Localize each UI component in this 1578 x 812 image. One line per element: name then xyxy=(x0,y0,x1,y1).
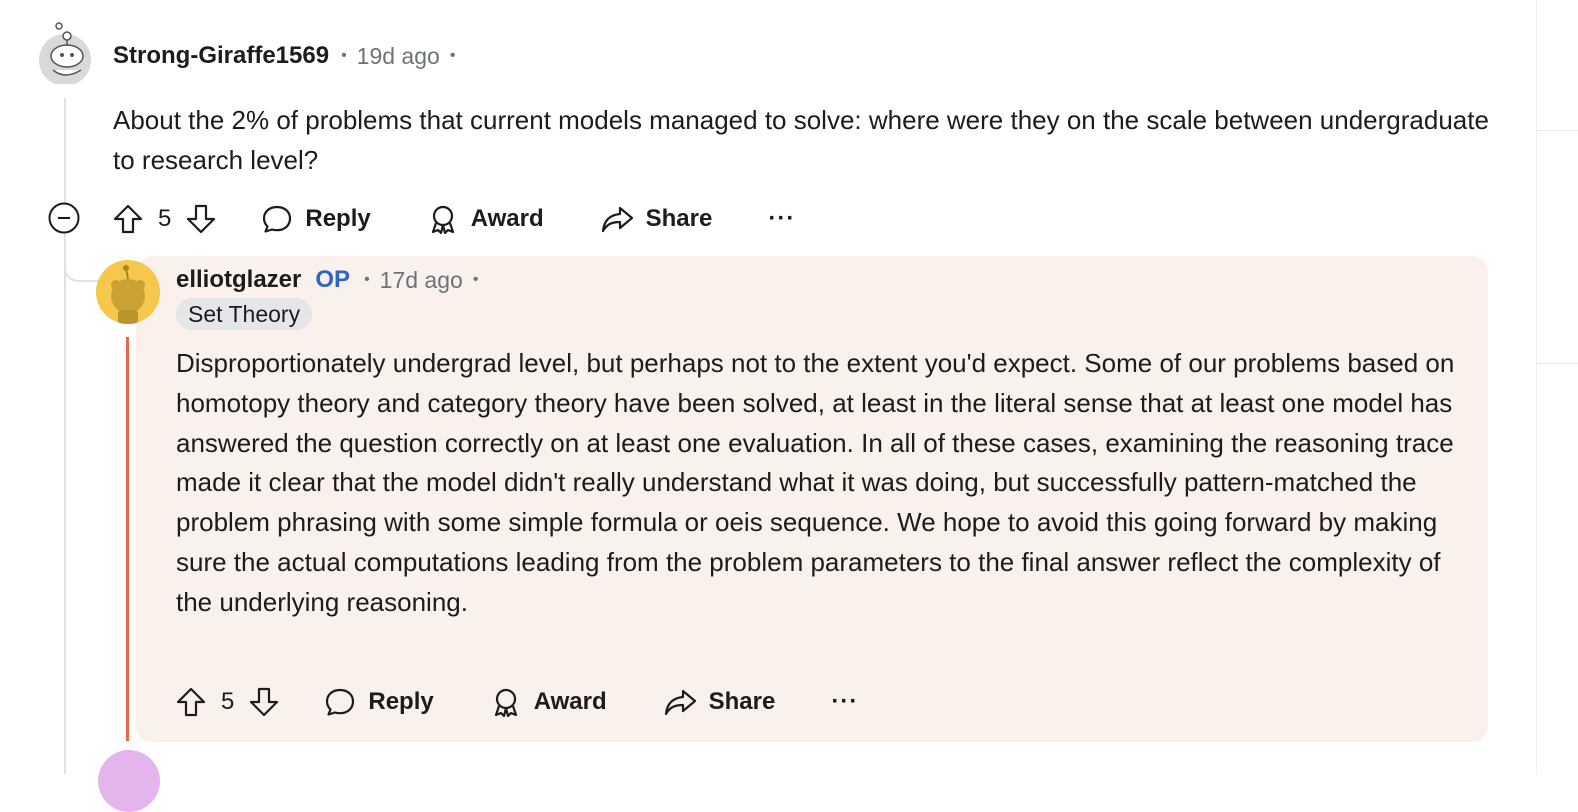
award-icon xyxy=(427,203,459,235)
username-link[interactable]: Strong-Giraffe1569 xyxy=(113,42,329,70)
divider xyxy=(1537,130,1578,131)
share-label: Share xyxy=(645,205,713,232)
comment-action-bar: 5 Reply Award Share ··· xyxy=(112,197,795,241)
vote-group: 5 xyxy=(112,203,217,235)
reply-label: Reply xyxy=(368,688,434,715)
right-sidebar-edge xyxy=(1536,0,1578,774)
timestamp[interactable]: 19d ago xyxy=(357,43,440,70)
username-link[interactable]: elliotglazer xyxy=(176,266,301,294)
award-label: Award xyxy=(470,205,544,232)
thread-line[interactable] xyxy=(64,98,66,774)
downvote-icon[interactable] xyxy=(248,686,280,718)
comment-bubble-icon xyxy=(324,686,356,718)
vote-group: 5 xyxy=(175,686,280,718)
downvote-icon[interactable] xyxy=(185,203,217,235)
snoo-avatar-icon[interactable] xyxy=(96,260,160,324)
op-badge: OP xyxy=(315,266,351,293)
separator-dot: • xyxy=(449,47,456,64)
award-label: Award xyxy=(533,688,607,715)
collapse-thread-icon[interactable] xyxy=(48,202,80,234)
award-button[interactable]: Award xyxy=(427,203,544,235)
more-options-icon: ··· xyxy=(768,205,796,232)
separator-dot: • xyxy=(472,271,479,288)
thread-branch-line xyxy=(64,232,98,282)
share-arrow-icon xyxy=(600,203,634,235)
separator-dot: • xyxy=(341,47,347,64)
upvote-icon[interactable] xyxy=(175,686,207,718)
comment-body: About the 2% of problems that current mo… xyxy=(113,105,1489,175)
thread-line-highlight[interactable] xyxy=(126,337,129,741)
award-button[interactable]: Award xyxy=(490,686,607,718)
share-button[interactable]: Share xyxy=(663,686,776,718)
comment-body: Disproportionately undergrad level, but … xyxy=(176,348,1455,617)
comment-action-bar: 5 Reply Award Share ··· xyxy=(175,680,858,724)
vote-count: 5 xyxy=(158,205,172,232)
snoo-avatar-icon[interactable] xyxy=(37,22,93,86)
separator-dot: • xyxy=(364,271,370,288)
user-flair: Set Theory xyxy=(176,298,313,330)
upvote-icon[interactable] xyxy=(112,203,144,235)
share-arrow-icon xyxy=(663,686,697,718)
more-options-button[interactable]: ··· xyxy=(768,205,795,233)
next-comment-avatar-icon[interactable] xyxy=(98,750,160,812)
share-label: Share xyxy=(708,688,776,715)
reply-button[interactable]: Reply xyxy=(261,203,371,235)
more-options-icon: ··· xyxy=(831,688,859,715)
reply-label: Reply xyxy=(305,205,371,232)
comment-bubble-icon xyxy=(261,203,293,235)
divider xyxy=(1537,363,1578,364)
award-icon xyxy=(490,686,522,718)
timestamp[interactable]: 17d ago xyxy=(380,267,463,294)
comment-header: Strong-Giraffe1569 • 19d ago • xyxy=(113,40,455,72)
comment-header: elliotglazer OP • 17d ago • xyxy=(176,264,478,296)
vote-count: 5 xyxy=(221,688,235,715)
share-button[interactable]: Share xyxy=(600,203,713,235)
reply-button[interactable]: Reply xyxy=(324,686,434,718)
more-options-button[interactable]: ··· xyxy=(831,688,858,716)
